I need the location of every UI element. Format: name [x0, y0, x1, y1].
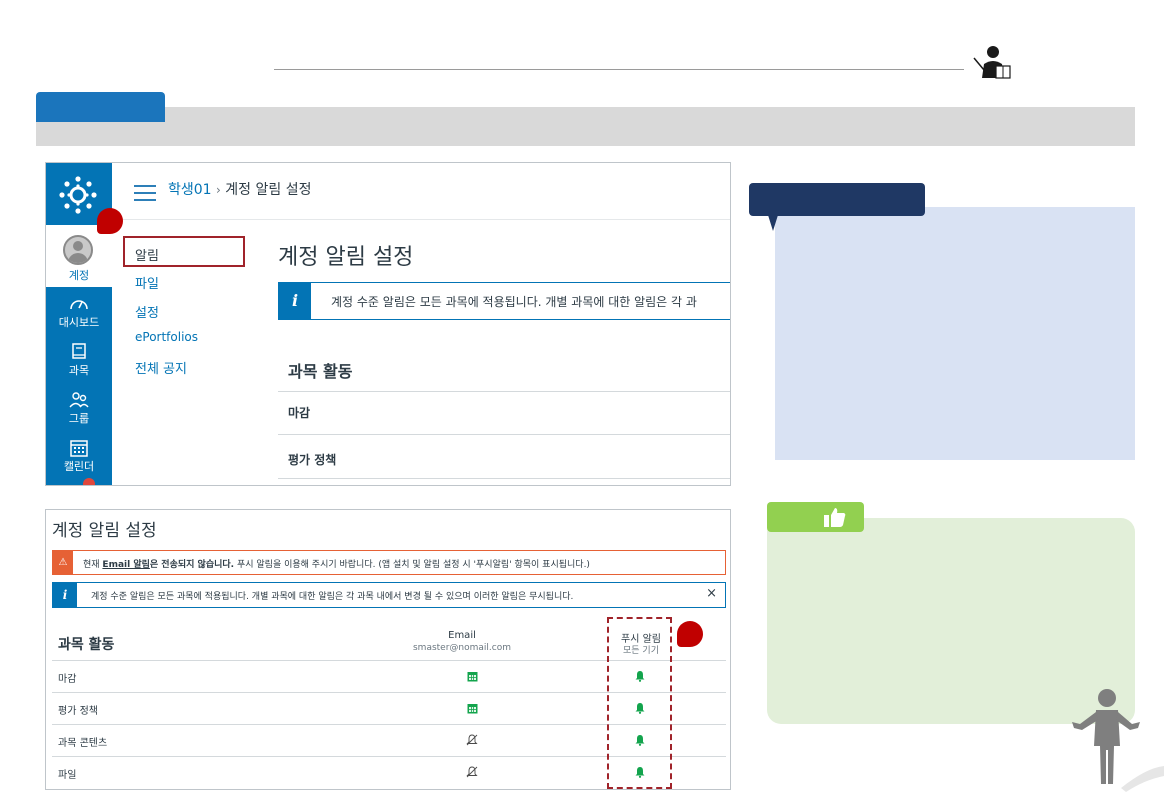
subnav-highlight: [123, 236, 245, 267]
table-row-label: 파일: [58, 770, 77, 781]
teacher-icon: [973, 46, 1011, 79]
gnav-groups-label: 그룹: [68, 412, 90, 425]
callout-tail: [768, 215, 778, 231]
tip-tab: [767, 502, 864, 532]
warning-text: 현재 Email 알림은 전송되지 않습니다. 푸시 알림을 이용해 주시기 바…: [83, 557, 590, 570]
breadcrumb-user-link[interactable]: 학생01: [168, 182, 212, 198]
info-icon: i: [53, 583, 77, 607]
gnav-dashboard[interactable]: 대시보드: [46, 293, 112, 339]
breadcrumb-current: 계정 알림 설정: [225, 182, 312, 198]
subnav-files[interactable]: 파일: [135, 273, 159, 292]
canvas-account-screenshot: 계정 대시보드 과목 그룹 캘린더 학생01 › 계정 알림 설정 알림 파일 …: [45, 162, 731, 486]
account-avatar-icon: [63, 235, 93, 265]
step-marker: [677, 621, 703, 647]
gnav-groups[interactable]: 그룹: [46, 389, 112, 435]
notification-settings-screenshot: 계정 알림 설정 ⚠ 현재 Email 알림은 전송되지 않습니다. 푸시 알림…: [45, 509, 731, 790]
row-divider: [278, 391, 730, 392]
close-icon[interactable]: ×: [706, 586, 717, 601]
hamburger-menu-icon[interactable]: [134, 185, 156, 201]
table-row-label: 평가 정책: [58, 706, 98, 717]
gnav-courses[interactable]: 과목: [46, 341, 112, 387]
gnav-dashboard-label: 대시보드: [58, 316, 100, 329]
warning-icon: ⚠: [53, 551, 73, 574]
warning-bold: 은 전송되지 않습니다.: [149, 560, 235, 570]
calendar-icon: [70, 440, 88, 457]
row-label: 마감: [288, 406, 311, 420]
table-row-label: 마감: [58, 674, 77, 685]
section-tab: [36, 92, 165, 122]
info-banner: i 계정 수준 알림은 모든 과목에 적용됩니다. 개별 과목에 대한 알림은 …: [52, 582, 726, 608]
groups-icon: [69, 392, 89, 408]
calendar-icon[interactable]: [467, 671, 478, 682]
info-icon: i: [279, 283, 311, 319]
page-title: 계정 알림 설정: [52, 521, 157, 541]
subnav-eportfolios[interactable]: ePortfolios: [135, 330, 198, 344]
warning-banner: ⚠ 현재 Email 알림은 전송되지 않습니다. 푸시 알림을 이용해 주시기…: [52, 550, 726, 575]
callout-tab: [749, 183, 925, 216]
breadcrumb: 학생01 › 계정 알림 설정: [168, 179, 311, 199]
row-divider: [278, 434, 730, 435]
warning-prefix: 현재: [83, 560, 103, 570]
table-row-label: 과목 콘텐츠: [58, 738, 108, 749]
bell-off-icon[interactable]: [466, 734, 478, 746]
header-divider: [274, 69, 964, 70]
gnav-courses-label: 과목: [68, 364, 90, 377]
step-marker: [97, 208, 123, 234]
callout-box: [775, 207, 1135, 460]
gnav-account-label: 계정: [68, 269, 90, 282]
dashboard-icon: [70, 300, 88, 310]
section-title: 과목 활동: [58, 637, 115, 653]
info-text: 계정 수준 알림은 모든 과목에 적용됩니다. 개별 과목에 대한 알림은 각 …: [331, 295, 697, 309]
thumbs-up-icon: [824, 508, 846, 527]
calendar-icon[interactable]: [467, 703, 478, 714]
bell-off-icon[interactable]: [466, 766, 478, 778]
gnav-calendar-label: 캘린더: [63, 460, 95, 473]
header-divider: [112, 219, 730, 220]
person-figure-icon: [1072, 689, 1164, 792]
row-label: 평가 정책: [288, 453, 337, 467]
breadcrumb-separator: ›: [216, 183, 221, 197]
push-column-highlight: [607, 617, 672, 789]
subnav-global-announcements[interactable]: 전체 공지: [135, 358, 187, 377]
subnav-settings[interactable]: 설정: [135, 302, 159, 321]
gnav-account[interactable]: 계정: [46, 225, 112, 287]
info-text: 계정 수준 알림은 모든 과목에 적용됩니다. 개별 과목에 대한 알림은 각 …: [91, 592, 574, 602]
courses-icon: [72, 343, 86, 359]
canvas-logo-icon: [59, 176, 97, 214]
row-divider: [278, 478, 730, 479]
section-band: [36, 107, 1135, 146]
warning-email-link: Email 알림: [102, 560, 150, 570]
gnav-calendar[interactable]: 캘린더: [46, 437, 112, 483]
section-title: 과목 활동: [288, 362, 353, 381]
notification-badge: [83, 478, 95, 485]
info-banner: i 계정 수준 알림은 모든 과목에 적용됩니다. 개별 과목에 대한 알림은 …: [278, 282, 730, 320]
warning-rest: 푸시 알림을 이용해 주시기 바랍니다. (앱 설치 및 알림 설정 시 '푸시…: [234, 560, 590, 570]
email-address: smaster@nomail.com: [412, 643, 511, 653]
email-column-header: Email: [448, 630, 476, 641]
page-title: 계정 알림 설정: [278, 245, 414, 270]
